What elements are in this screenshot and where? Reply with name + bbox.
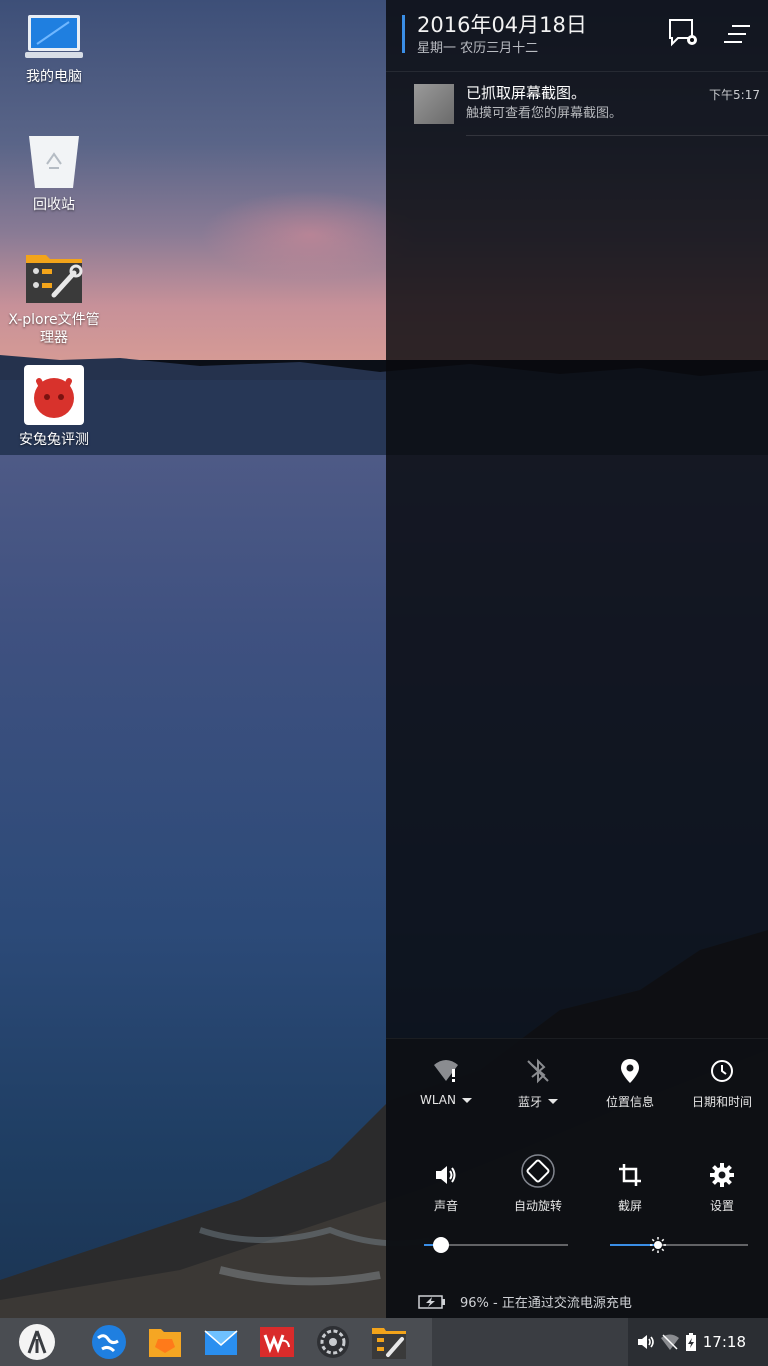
expand-caret-icon[interactable] (462, 1097, 472, 1103)
desktop-icon-recycle-bin[interactable]: 回收站 (0, 134, 108, 214)
file-manager-icon (149, 1329, 181, 1357)
desktop-icon-label: 我的电脑 (26, 69, 82, 85)
desktop-icon-label: X-plore文件管理器 (8, 312, 100, 346)
taskbar-files[interactable] (146, 1323, 184, 1361)
taskbar-apps (0, 1318, 432, 1366)
computer-icon (25, 15, 83, 58)
tile-date-time[interactable]: 日期和时间 (676, 1057, 768, 1127)
clear-all-icon (724, 25, 750, 43)
clock-icon (711, 1060, 733, 1082)
tile-label: 截屏 (617, 1199, 642, 1213)
taskbar-xplore[interactable] (370, 1323, 408, 1361)
gear-icon (710, 1163, 734, 1187)
notification-screenshot[interactable]: 已抓取屏幕截图。 触摸可查看您的屏幕截图。 下午5:17 (386, 72, 768, 136)
taskbar: 17:18 (0, 1318, 768, 1366)
taskbar-settings[interactable] (314, 1323, 352, 1361)
taskbar-mail[interactable] (202, 1323, 240, 1361)
wps-office-icon (260, 1327, 294, 1357)
panel-date: 2016年04月18日 (417, 13, 587, 37)
panel-lunar-date: 星期一 农历三月十二 (417, 41, 539, 56)
crop-icon (619, 1164, 641, 1186)
location-icon (621, 1059, 639, 1083)
volume-slider[interactable] (424, 1237, 568, 1253)
expand-caret-icon[interactable] (548, 1099, 558, 1104)
divider (466, 135, 768, 136)
desktop-icon-my-computer[interactable]: 我的电脑 (0, 14, 108, 86)
tile-label: 自动旋转 (513, 1199, 562, 1213)
tile-wlan[interactable]: WLAN (400, 1057, 492, 1127)
quick-settings: WLAN 蓝牙 位置信息 日期和时间 声音 自动旋转 截屏 设置 (386, 1038, 768, 1319)
xplore-file-manager-icon (26, 255, 83, 303)
notification-title: 已抓取屏幕截图。 (466, 84, 587, 102)
volume-slider-knob[interactable] (433, 1237, 449, 1253)
desktop-icon-antutu[interactable]: 安兔兔评测 (0, 365, 108, 449)
tile-auto-rotate[interactable]: 自动旋转 (492, 1153, 584, 1223)
volume-icon (436, 1166, 456, 1184)
taskbar-wps[interactable] (258, 1323, 296, 1361)
battery-tray-icon[interactable] (684, 1332, 698, 1352)
taskbar-browser[interactable] (90, 1323, 128, 1361)
clear-all-button[interactable] (720, 16, 756, 52)
brightness-sun-icon[interactable] (650, 1237, 666, 1253)
tile-screenshot[interactable]: 截屏 (584, 1161, 676, 1231)
battery-charging-icon (418, 1294, 445, 1309)
tile-settings[interactable]: 设置 (676, 1161, 768, 1231)
recycle-bin-icon (29, 136, 79, 188)
desktop-icon-xplore[interactable]: X-plore文件管理器 (0, 247, 108, 347)
antutu-icon (24, 365, 84, 425)
volume-tray-icon[interactable] (636, 1332, 656, 1352)
xplore-file-manager-icon (372, 1328, 406, 1359)
mail-icon (204, 1330, 238, 1355)
brightness-slider[interactable] (610, 1237, 748, 1253)
tile-bluetooth[interactable]: 蓝牙 (492, 1057, 584, 1127)
tile-label: 设置 (709, 1199, 734, 1213)
tile-label: 位置信息 (605, 1095, 654, 1109)
taskbar-clock[interactable]: 17:18 (703, 1333, 746, 1351)
rotate-icon (521, 1154, 555, 1188)
battery-status: 96% - 正在通过交流电源充电 (418, 1292, 632, 1311)
settings-app-icon (317, 1326, 349, 1358)
notification-time: 下午5:17 (709, 88, 760, 102)
notification-settings-icon (669, 19, 697, 47)
browser-icon (92, 1325, 126, 1359)
start-menu-icon (19, 1324, 55, 1360)
tile-label: 蓝牙 (517, 1095, 542, 1109)
wifi-alert-icon (434, 1060, 458, 1082)
desktop-icon-label: 回收站 (33, 197, 75, 213)
notification-text: 触摸可查看您的屏幕截图。 (466, 106, 623, 121)
screenshot-thumbnail (414, 84, 454, 124)
system-tray: 17:18 (628, 1318, 768, 1366)
tile-label: WLAN (419, 1093, 456, 1107)
accent-bar (402, 15, 405, 53)
bluetooth-off-icon (527, 1058, 549, 1084)
start-button[interactable] (18, 1323, 56, 1361)
tile-location[interactable]: 位置信息 (584, 1057, 676, 1127)
tile-label: 日期和时间 (691, 1095, 752, 1109)
wifi-tray-icon[interactable] (660, 1332, 680, 1352)
battery-text: 96% - 正在通过交流电源充电 (460, 1296, 632, 1311)
desktop-icon-label: 安兔兔评测 (19, 432, 89, 448)
tile-sound[interactable]: 声音 (400, 1161, 492, 1231)
panel-header: 2016年04月18日 星期一 农历三月十二 (386, 0, 768, 72)
notification-settings-button[interactable] (666, 16, 702, 52)
tile-label: 声音 (433, 1199, 458, 1213)
